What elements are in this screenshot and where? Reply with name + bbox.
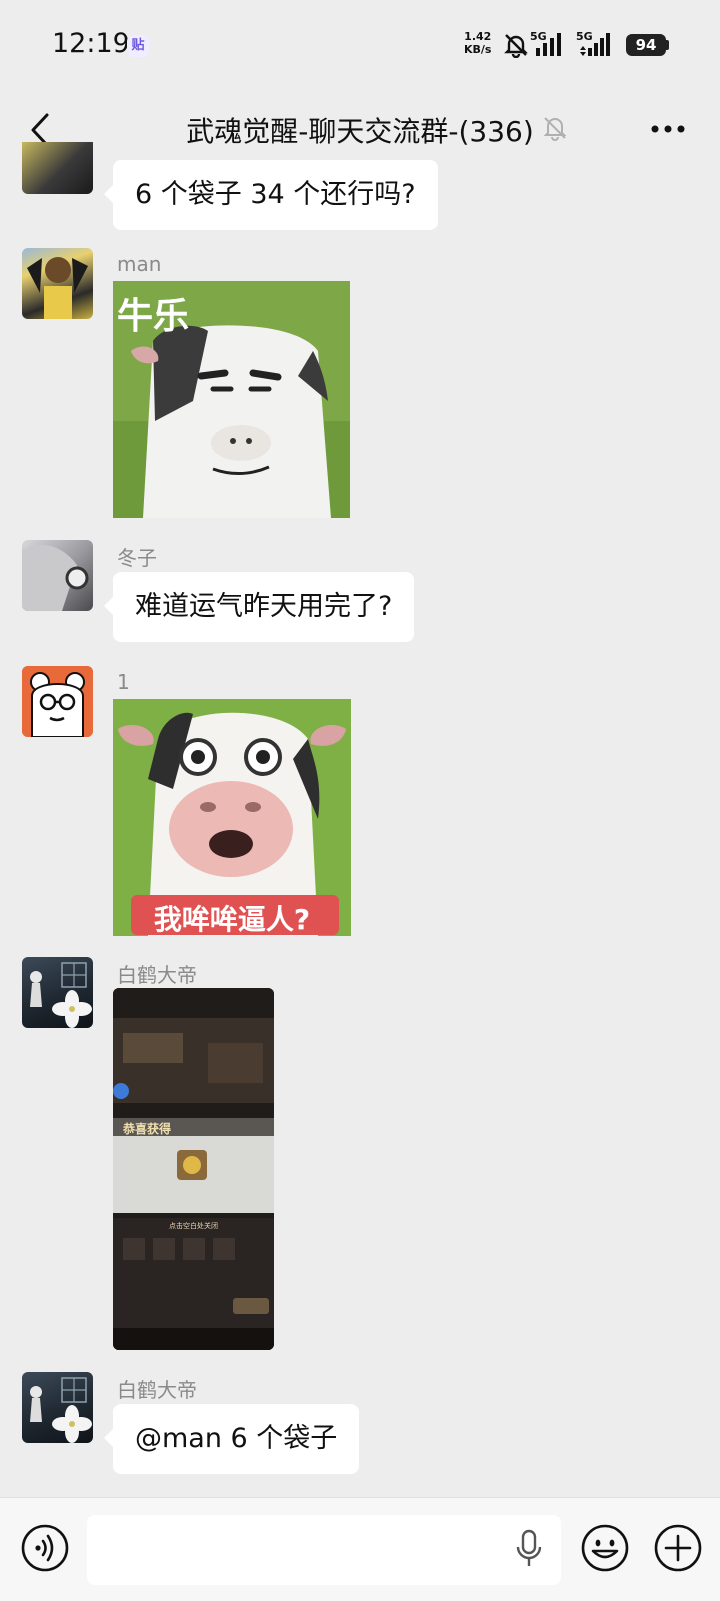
- avatar-flower-icon: [30, 962, 92, 1028]
- message-bubble[interactable]: @man 6 个袋子: [103, 1404, 360, 1474]
- avatar[interactable]: [22, 957, 93, 1028]
- status-bar: 12:19 贴 1.42 KB/s 5G 5G 94: [0, 0, 720, 90]
- mute-icon: [543, 117, 567, 141]
- network-speed: 1.42 KB/s: [464, 30, 491, 56]
- sticker-image[interactable]: 牛乐: [113, 281, 350, 518]
- avatar-figure-icon: [27, 257, 88, 319]
- sender-name: 白鹤大帝: [117, 1378, 197, 1402]
- sticker-image[interactable]: 我哞哞逼人?: [113, 699, 351, 936]
- message-item: man 牛乐: [0, 248, 720, 518]
- message-item: 1 我哞哞逼人?: [0, 666, 720, 936]
- mic-icon[interactable]: [514, 1528, 544, 1572]
- sender-name: 冬子: [117, 546, 157, 570]
- signal-bars-2-icon: [580, 33, 610, 56]
- sender-name: 1: [117, 670, 130, 694]
- status-time: 12:19: [52, 28, 130, 59]
- sticker-caption: 牛乐: [117, 296, 190, 337]
- more-icon[interactable]: [650, 124, 686, 134]
- voice-icon[interactable]: [20, 1523, 70, 1573]
- avatar[interactable]: [22, 142, 93, 194]
- avatar-bear-icon: [22, 666, 93, 737]
- avatar[interactable]: [22, 666, 93, 737]
- sender-name: 白鹤大帝: [117, 963, 197, 987]
- sender-name: man: [117, 252, 162, 276]
- battery-tip: [666, 40, 669, 50]
- message-item: 冬子 难道运气昨天用完了?: [0, 538, 720, 648]
- message-bubble[interactable]: 难道运气昨天用完了?: [103, 572, 415, 642]
- game-scene-image: [113, 988, 274, 1350]
- silent-mode-icon: [504, 34, 528, 58]
- message-item: 白鹤大帝 @man 6 个袋子: [0, 1370, 720, 1480]
- chat-title[interactable]: 武魂觉醒-聊天交流群-(336): [0, 110, 720, 150]
- reward-title: 恭喜获得: [123, 1122, 172, 1136]
- reward-close-hint: 点击空白处关闭: [169, 1222, 218, 1230]
- avatar[interactable]: [22, 248, 93, 319]
- avatar[interactable]: [22, 540, 93, 611]
- avatar[interactable]: [22, 1372, 93, 1443]
- avatar-portrait-icon: [22, 545, 89, 611]
- signal-bars-1-icon: [536, 33, 561, 56]
- chat-input-bar: [0, 1497, 720, 1601]
- message-input[interactable]: [87, 1515, 561, 1585]
- battery-level: 94: [626, 34, 666, 56]
- message-item: 白鹤大帝 恭喜获得 点击空白处关闭: [0, 955, 720, 1350]
- avatar-flower-icon: [30, 1377, 92, 1443]
- plus-icon[interactable]: [653, 1523, 703, 1573]
- tieba-app-icon: 贴: [127, 35, 149, 57]
- message-item: 6 个袋子 34 个还行吗?: [0, 142, 720, 232]
- network-speed-unit: KB/s: [464, 43, 492, 56]
- sticker-caption: 我哞哞逼人?: [153, 903, 311, 936]
- network-speed-value: 1.42: [464, 30, 492, 43]
- message-bubble[interactable]: 6 个袋子 34 个还行吗?: [104, 160, 438, 230]
- game-screenshot-image[interactable]: 恭喜获得 点击空白处关闭: [113, 988, 274, 1350]
- emoji-icon[interactable]: [580, 1523, 630, 1573]
